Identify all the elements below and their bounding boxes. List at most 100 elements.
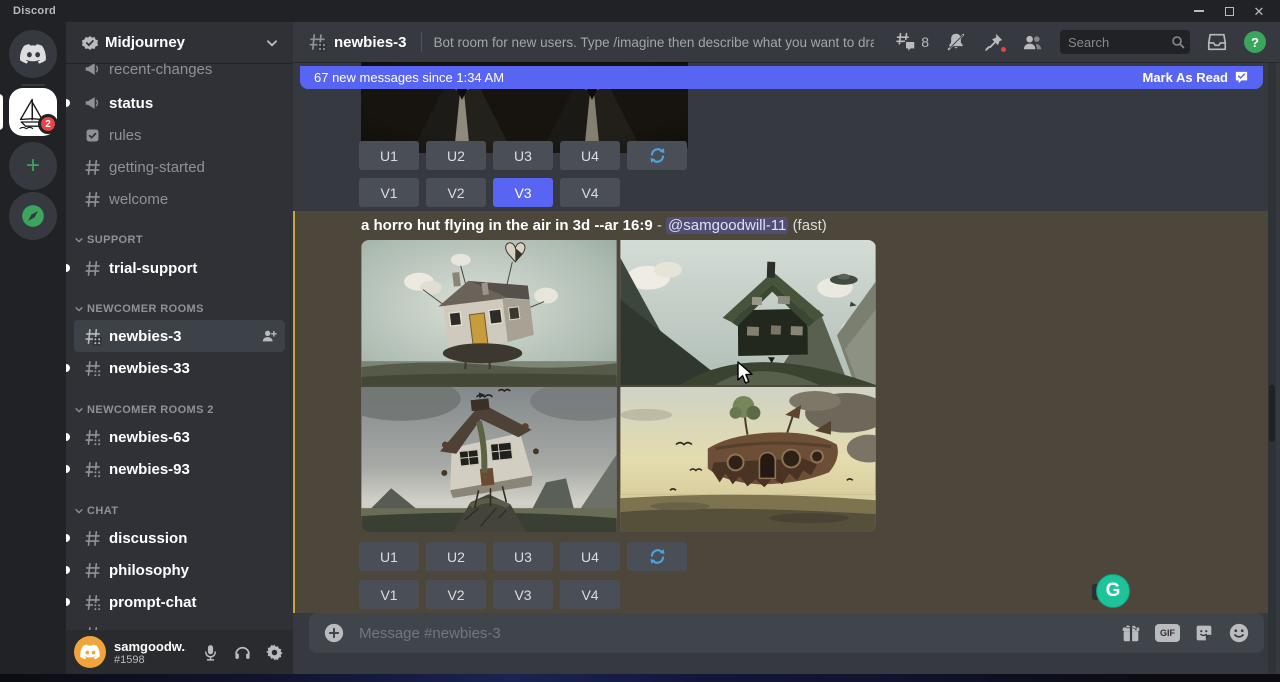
u2-button[interactable]: U2: [426, 542, 486, 571]
channel-prompt-chat[interactable]: prompt-chat: [74, 586, 285, 618]
v3-button[interactable]: V3: [493, 178, 553, 207]
threads-button[interactable]: 8: [894, 31, 929, 53]
discord-logo-icon: [80, 643, 100, 661]
unread-indicator: [66, 99, 70, 107]
emoji-picker-button[interactable]: [1228, 622, 1250, 644]
grid-image-2[interactable]: [620, 240, 876, 385]
channel-topic[interactable]: Bot room for new users. Type /imagine th…: [434, 35, 874, 50]
add-server-button[interactable]: +: [9, 142, 57, 190]
channel-clipped[interactable]: [74, 618, 285, 630]
discord-home-button[interactable]: [9, 30, 57, 78]
section-chat[interactable]: CHAT: [74, 499, 285, 523]
v3-button[interactable]: V3: [493, 580, 553, 609]
channel-rules[interactable]: rules: [74, 119, 285, 151]
channel-getting-started[interactable]: getting-started: [74, 151, 285, 183]
channel-newbies-63[interactable]: newbies-63: [74, 421, 285, 453]
gif-picker-button[interactable]: GIF: [1155, 624, 1180, 642]
grammarly-widget[interactable]: G: [1096, 574, 1132, 610]
user-mention[interactable]: @samgoodwill-11: [666, 217, 788, 234]
unread-indicator: [66, 264, 70, 272]
unread-indicator: [66, 534, 70, 542]
message-content: a horro hut flying in the air in 3d --ar…: [361, 217, 827, 234]
image-grid[interactable]: [361, 240, 876, 532]
hash-icon: [82, 157, 102, 177]
gift-button[interactable]: [1120, 622, 1142, 644]
v2-button[interactable]: V2: [426, 580, 486, 609]
minimize-button[interactable]: [1184, 0, 1214, 22]
channel-recent-changes[interactable]: recent-changes: [74, 63, 285, 85]
u3-button[interactable]: U3: [493, 542, 553, 571]
channel-newbies-3[interactable]: newbies-3: [74, 320, 285, 352]
unread-indicator: [66, 566, 70, 574]
reroll-button[interactable]: [627, 542, 687, 571]
explore-servers-button[interactable]: [9, 192, 57, 240]
create-invite-icon[interactable]: [261, 328, 277, 344]
compass-icon: [20, 203, 46, 229]
channel-discussion[interactable]: discussion: [74, 522, 285, 554]
window-title: Discord: [13, 5, 56, 17]
user-avatar[interactable]: [74, 636, 106, 668]
inbox-icon: [1206, 31, 1228, 53]
bell-slash-icon: [945, 31, 967, 53]
selected-server-pill: [0, 94, 3, 130]
grid-image-3[interactable]: [361, 387, 617, 532]
channel-status[interactable]: status: [74, 87, 285, 119]
v2-button[interactable]: V2: [426, 178, 486, 207]
verified-badge-icon: [82, 35, 98, 51]
channel-trial-support[interactable]: trial-support: [74, 252, 285, 284]
section-support[interactable]: SUPPORT: [74, 228, 285, 252]
sticker-picker-button[interactable]: [1193, 622, 1215, 644]
mute-microphone-button[interactable]: [199, 641, 221, 663]
hash-dots-icon: [82, 592, 102, 612]
hash-dots-icon: [82, 459, 102, 479]
notification-settings-button[interactable]: [945, 31, 967, 53]
close-button[interactable]: ✕: [1244, 0, 1274, 22]
u4-button[interactable]: U4: [560, 141, 620, 170]
chevron-down-icon: [74, 506, 84, 516]
user-names[interactable]: samgoodw... #1598: [114, 639, 186, 666]
deafen-button[interactable]: [231, 641, 253, 663]
threads-count: 8: [921, 34, 929, 50]
v1-button[interactable]: V1: [359, 178, 419, 207]
attach-file-button[interactable]: [323, 622, 345, 644]
user-settings-button[interactable]: [263, 641, 285, 663]
mark-read-icon: [1234, 70, 1249, 85]
grammarly-icon: G: [1096, 574, 1130, 608]
question-mark-icon: ?: [1251, 35, 1259, 50]
u3-button[interactable]: U3: [493, 141, 553, 170]
u2-button[interactable]: U2: [426, 141, 486, 170]
inbox-button[interactable]: [1206, 31, 1228, 53]
sticker-icon: [1193, 622, 1215, 644]
maximize-button[interactable]: [1214, 0, 1244, 22]
u4-button[interactable]: U4: [560, 542, 620, 571]
v1-button[interactable]: V1: [359, 580, 419, 609]
channel-newbies-33[interactable]: newbies-33: [74, 352, 285, 384]
u1-button[interactable]: U1: [359, 542, 419, 571]
hash-dots-icon: [82, 326, 102, 346]
message-input[interactable]: [359, 625, 1120, 642]
pinned-messages-button[interactable]: [983, 31, 1005, 53]
channel-newbies-93[interactable]: newbies-93: [74, 453, 285, 485]
channel-sidebar: Midjourney recent-changes status rules g…: [66, 22, 293, 674]
reroll-button[interactable]: [627, 141, 687, 170]
grid-image-4[interactable]: [620, 387, 876, 532]
scrollbar-thumb[interactable]: [1269, 385, 1275, 442]
server-header[interactable]: Midjourney: [66, 22, 293, 63]
channel-welcome[interactable]: welcome: [74, 183, 285, 215]
v4-button[interactable]: V4: [560, 580, 620, 609]
channel-philosophy[interactable]: philosophy: [74, 554, 285, 586]
section-newcomer-rooms[interactable]: NEWCOMER ROOMS: [74, 297, 285, 321]
rules-icon: [82, 125, 102, 145]
help-button[interactable]: ?: [1244, 31, 1266, 53]
new-messages-bar[interactable]: 67 new messages since 1:34 AM Mark As Re…: [300, 66, 1263, 89]
plus-circle-icon: [323, 622, 345, 644]
u1-button[interactable]: U1: [359, 141, 419, 170]
v4-button[interactable]: V4: [560, 178, 620, 207]
grid-image-1[interactable]: [361, 240, 617, 385]
chat-area: newbies-3 Bot room for new users. Type /…: [293, 22, 1280, 674]
chat-scrollbar[interactable]: [1268, 62, 1276, 674]
member-list-button[interactable]: [1021, 31, 1044, 54]
section-newcomer-rooms-2[interactable]: NEWCOMER ROOMS 2: [74, 398, 285, 422]
megaphone-icon: [82, 93, 102, 113]
mark-as-read-button[interactable]: Mark As Read: [1143, 70, 1250, 85]
